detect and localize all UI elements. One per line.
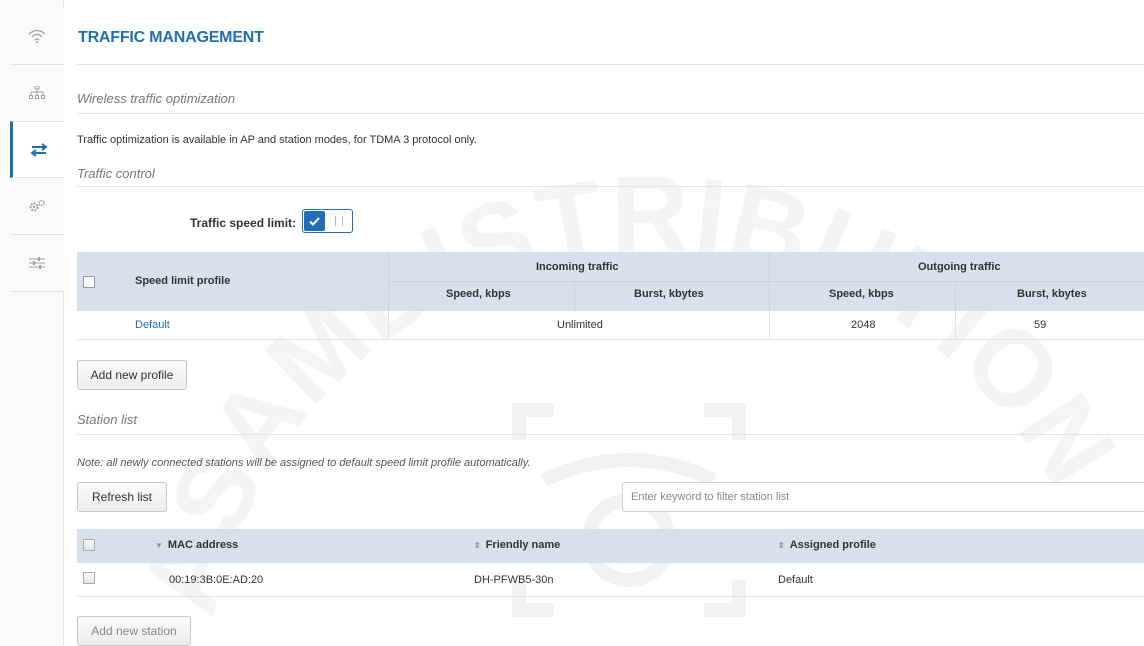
col-in-burst: Burst, kbytes <box>634 288 704 300</box>
wifi-icon <box>28 29 46 43</box>
traffic-speed-limit-label: Traffic speed limit: <box>190 216 297 230</box>
out-speed-value: 2048 <box>851 319 876 331</box>
col-group-incoming: Incoming traffic <box>536 261 619 273</box>
add-new-profile-button[interactable]: Add new profile <box>77 360 187 390</box>
sidebar-strip <box>0 0 10 646</box>
station-assigned-profile: Default <box>778 574 813 586</box>
row-divider <box>77 596 1144 597</box>
sidebar-item-settings[interactable] <box>10 235 64 292</box>
sidebar-item-services[interactable] <box>10 178 64 235</box>
sidebar-item-wireless[interactable] <box>10 8 64 65</box>
select-all-stations-checkbox[interactable] <box>83 539 95 551</box>
cell-divider <box>955 311 956 339</box>
cell-divider <box>388 311 389 339</box>
header-col-divider <box>955 281 956 311</box>
divider <box>77 113 1144 114</box>
col-assigned-profile[interactable]: ⇕ Assigned profile <box>778 539 876 551</box>
divider <box>77 64 1144 65</box>
col-speed-limit-profile: Speed limit profile <box>135 275 231 287</box>
optimization-info-text: Traffic optimization is available in AP … <box>77 134 477 146</box>
station-note-text: Note: all newly connected stations will … <box>77 457 531 469</box>
page-title: TRAFFIC MANAGEMENT <box>78 29 264 46</box>
divider <box>77 186 1144 187</box>
col-friendly-label: Friendly name <box>485 539 561 551</box>
section-title-station-list: Station list <box>77 412 137 427</box>
sort-icon: ⇕ <box>474 541 481 550</box>
add-new-station-button[interactable]: Add new station <box>77 616 191 646</box>
sliders-icon <box>29 257 45 269</box>
col-in-speed: Speed, kbps <box>446 288 511 300</box>
header-col-divider <box>388 252 389 311</box>
checkmark-icon <box>309 216 320 226</box>
sidebar <box>0 0 65 646</box>
col-mac-label: MAC address <box>167 539 239 551</box>
header-divider <box>389 281 1144 282</box>
col-group-outgoing: Outgoing traffic <box>918 261 1001 273</box>
network-tree-icon <box>29 86 45 99</box>
cell-divider <box>769 311 770 339</box>
divider <box>77 434 1144 435</box>
profile-link-default[interactable]: Default <box>135 319 170 331</box>
refresh-list-button[interactable]: Refresh list <box>77 482 167 512</box>
toggle-grip <box>335 216 343 226</box>
row-divider <box>77 339 1144 340</box>
col-out-burst: Burst, kbytes <box>1017 288 1087 300</box>
header-col-divider <box>769 252 770 311</box>
main-content: TRAFFIC MANAGEMENT Wireless traffic opti… <box>77 0 1144 646</box>
col-profile-label: Assigned profile <box>789 539 876 551</box>
station-row-checkbox[interactable] <box>83 572 95 584</box>
section-title-wireless: Wireless traffic optimization <box>77 91 236 106</box>
sort-desc-icon: ▼ <box>155 541 163 550</box>
station-mac: 00:19:3B:0E:AD:20 <box>169 574 264 586</box>
sort-icon: ⇕ <box>778 541 785 550</box>
out-burst-value: 59 <box>1034 319 1047 331</box>
traffic-speed-limit-toggle[interactable] <box>302 209 353 233</box>
col-friendly-name[interactable]: ⇕ Friendly name <box>474 539 560 551</box>
traffic-arrows-icon <box>30 142 48 157</box>
sidebar-item-network[interactable] <box>10 65 64 122</box>
col-mac-address[interactable]: ▼ MAC address <box>155 539 238 551</box>
select-all-profiles-checkbox[interactable] <box>83 276 95 288</box>
sidebar-item-traffic[interactable] <box>10 121 65 178</box>
gears-icon <box>29 199 45 212</box>
header-col-divider <box>574 281 575 311</box>
toggle-on-indicator <box>304 211 325 231</box>
col-out-speed: Speed, kbps <box>829 288 894 300</box>
incoming-value: Unlimited <box>557 319 603 331</box>
section-title-traffic-control: Traffic control <box>77 166 155 181</box>
station-filter-input[interactable] <box>622 482 1144 512</box>
station-friendly-name: DH-PFWB5-30n <box>474 574 554 586</box>
